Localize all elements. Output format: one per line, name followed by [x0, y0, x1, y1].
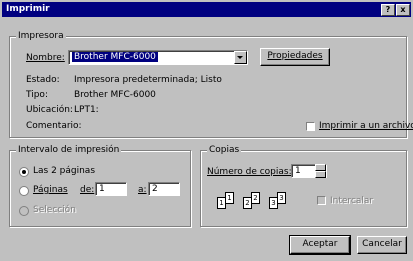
copies-group: Copias Número de copias: 1 1 1 2 2 3 3 I… — [200, 145, 407, 227]
selection-radio[interactable] — [19, 206, 29, 216]
to-input[interactable]: 2 — [148, 182, 180, 196]
collate-label: Intercalar — [330, 196, 374, 206]
selection-label: Selección — [33, 205, 76, 215]
status-label: Estado: — [26, 75, 60, 85]
pages-radio[interactable] — [19, 186, 29, 196]
collate-page: 1 — [225, 192, 234, 204]
spin-down-icon[interactable] — [315, 171, 326, 178]
collate-checkbox[interactable] — [317, 196, 326, 205]
printer-name-label: Nombre: — [26, 53, 65, 63]
all-pages-radio[interactable] — [19, 167, 29, 177]
window-title: Imprimir — [6, 4, 50, 14]
properties-button[interactable]: Propiedades — [260, 48, 330, 66]
collate-page: 3 — [277, 192, 286, 204]
close-icon[interactable]: x — [396, 4, 410, 16]
all-pages-label: Las 2 páginas — [33, 166, 96, 176]
collate-page: 2 — [251, 192, 260, 204]
type-label: Tipo: — [26, 90, 48, 100]
comment-label: Comentario: — [26, 121, 82, 131]
dropdown-arrow-icon[interactable] — [234, 51, 247, 64]
copies-spinner[interactable] — [315, 164, 326, 178]
print-to-file-checkbox[interactable] — [306, 122, 315, 131]
printer-group: Impresora Nombre: Brother MFC-6000 Propi… — [9, 31, 413, 138]
location-value: LPT1: — [74, 105, 99, 115]
type-value: Brother MFC-6000 — [74, 90, 156, 100]
print-range-group: Intervalo de impresión Las 2 páginas Pág… — [9, 145, 191, 227]
cancel-button[interactable]: Cancelar — [357, 236, 407, 254]
location-label: Ubicación: — [26, 105, 73, 115]
to-label: a: — [138, 185, 147, 195]
ok-button[interactable]: Aceptar — [289, 235, 351, 255]
title-bar: Imprimir ? x — [2, 2, 411, 17]
copies-group-label: Copias — [207, 145, 242, 155]
print-range-group-label: Intervalo de impresión — [16, 145, 122, 155]
copies-count-label: Número de copias: — [207, 167, 292, 177]
printer-group-label: Impresora — [16, 31, 66, 41]
status-value: Impresora predeterminada; Listo — [74, 75, 222, 85]
print-to-file-label: Imprimir a un archivo — [319, 121, 413, 131]
printer-name-select[interactable]: Brother MFC-6000 — [68, 50, 248, 65]
help-icon[interactable]: ? — [381, 4, 395, 16]
printer-name-value: Brother MFC-6000 — [72, 52, 158, 62]
from-input[interactable]: 1 — [95, 182, 127, 196]
print-dialog: Imprimir ? x Impresora Nombre: Brother M… — [0, 0, 413, 261]
spin-up-icon[interactable] — [315, 164, 326, 171]
pages-label: Páginas — [33, 185, 68, 195]
from-label: de: — [80, 185, 95, 195]
